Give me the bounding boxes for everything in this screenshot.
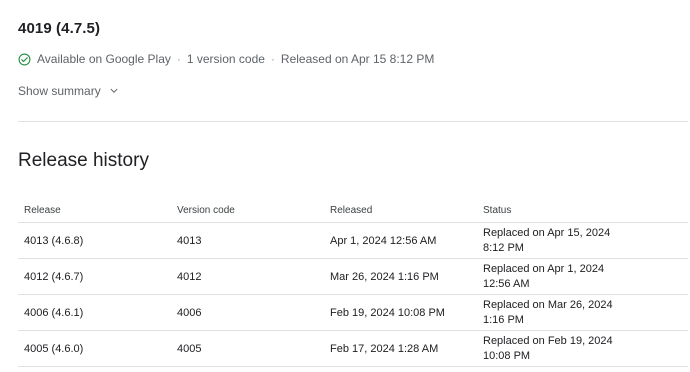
availability-text: Available on Google Play	[37, 52, 171, 66]
check-circle-icon	[18, 53, 31, 66]
status-cell: Replaced on Mar 26, 2024 1:16 PM	[483, 298, 613, 326]
version-code-cell: 4006	[177, 306, 202, 319]
version-code-cell: 4012	[177, 270, 202, 283]
column-header-status[interactable]: Status	[477, 205, 688, 216]
column-header-released[interactable]: Released	[324, 205, 477, 216]
released-cell: Apr 1, 2024 12:56 AM	[330, 234, 437, 247]
chevron-down-icon	[109, 86, 119, 96]
released-cell: Mar 26, 2024 1:16 PM	[330, 270, 439, 283]
release-cell: 4013 (4.6.8)	[24, 234, 84, 247]
table-row[interactable]: 4012 (4.6.7) 4012 Mar 26, 2024 1:16 PM R…	[18, 259, 688, 295]
separator-dot: ·	[270, 52, 275, 66]
separator-dot: ·	[176, 52, 181, 66]
release-history-title: Release history	[18, 150, 149, 171]
table-row[interactable]: 4006 (4.6.1) 4006 Feb 19, 2024 10:08 PM …	[18, 295, 688, 331]
release-meta: Available on Google Play · 1 version cod…	[18, 50, 434, 68]
release-cell: 4012 (4.6.7)	[24, 270, 84, 283]
column-header-release[interactable]: Release	[18, 205, 171, 216]
section-divider	[18, 121, 688, 122]
table-row[interactable]: 4005 (4.6.0) 4005 Feb 17, 2024 1:28 AM R…	[18, 331, 688, 367]
released-cell: Feb 19, 2024 10:08 PM	[330, 306, 445, 319]
status-cell: Replaced on Feb 19, 2024 10:08 PM	[483, 334, 613, 362]
released-cell: Feb 17, 2024 1:28 AM	[330, 342, 439, 355]
release-cell: 4005 (4.6.0)	[24, 342, 84, 355]
version-code-cell: 4005	[177, 342, 202, 355]
release-title: 4019 (4.7.5)	[18, 20, 101, 37]
show-summary-button[interactable]: Show summary	[18, 82, 119, 100]
column-header-version-code[interactable]: Version code	[171, 205, 324, 216]
status-cell: Replaced on Apr 1, 2024 12:56 AM	[483, 262, 605, 290]
release-cell: 4006 (4.6.1)	[24, 306, 84, 319]
table-header: Release Version code Released Status	[18, 198, 688, 223]
release-history-table: Release Version code Released Status 401…	[18, 198, 688, 367]
version-code-count: 1 version code	[186, 52, 265, 66]
version-code-cell: 4013	[177, 234, 202, 247]
table-row[interactable]: 4013 (4.6.8) 4013 Apr 1, 2024 12:56 AM R…	[18, 223, 688, 259]
status-cell: Replaced on Apr 15, 2024 8:12 PM	[483, 226, 611, 254]
show-summary-label: Show summary	[18, 84, 101, 98]
released-date: Released on Apr 15 8:12 PM	[280, 52, 435, 66]
